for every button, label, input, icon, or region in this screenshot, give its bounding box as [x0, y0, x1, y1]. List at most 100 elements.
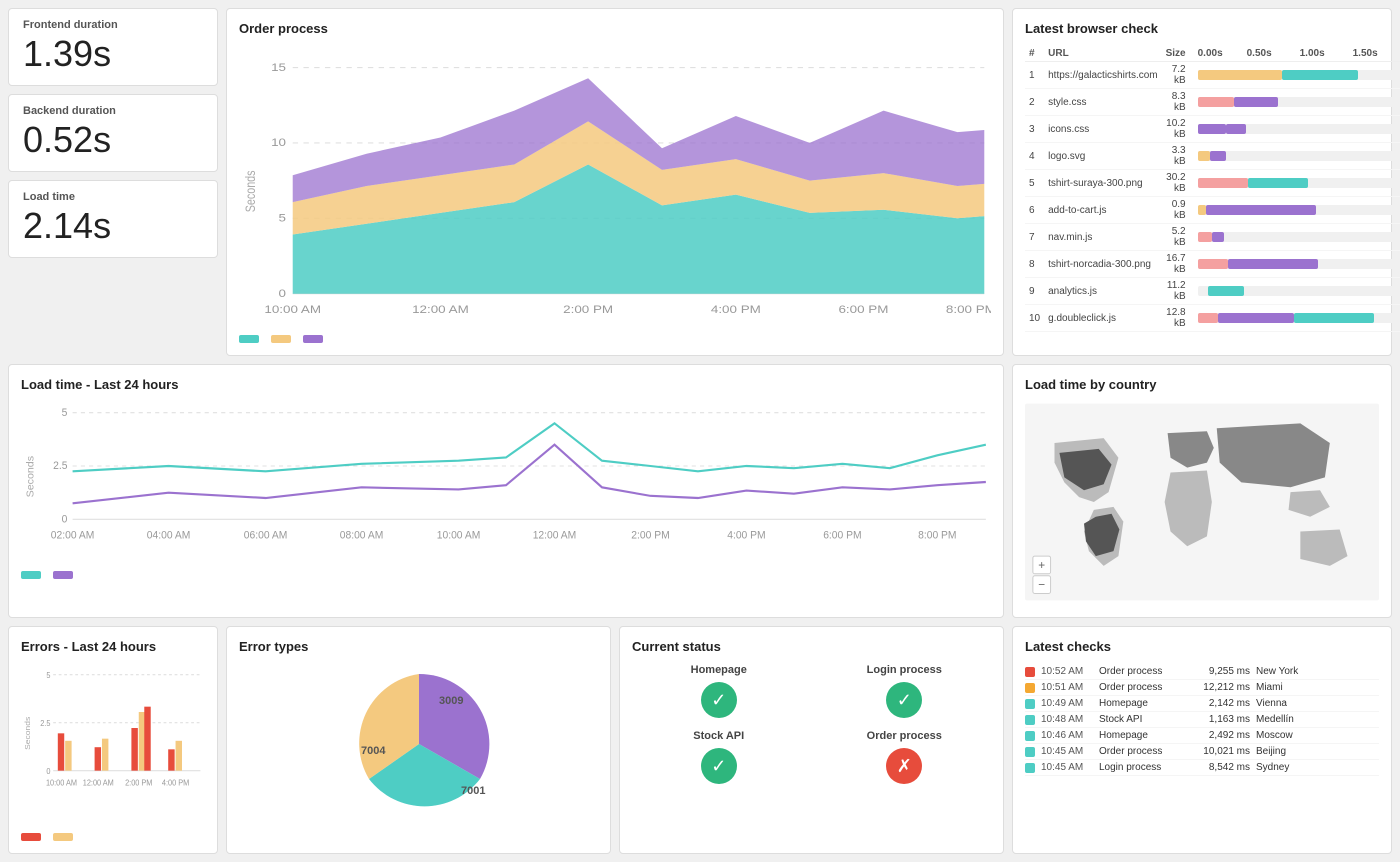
lc-name: Stock API [1099, 714, 1189, 725]
svg-text:8:00 PM: 8:00 PM [918, 530, 956, 541]
browser-check-row: 6 add-to-cart.js 0.9 kB [1025, 197, 1400, 224]
svg-text:12:00 AM: 12:00 AM [412, 303, 469, 315]
browser-check-title: Latest browser check [1025, 21, 1379, 36]
lc-status-dot [1025, 731, 1035, 741]
browser-check-row: 3 icons.css 10.2 kB [1025, 116, 1400, 143]
bc-num: 7 [1025, 224, 1044, 251]
lc-name: Order process [1099, 682, 1189, 693]
browser-check-row: 1 https://galacticshirts.com 7.2 kB [1025, 62, 1400, 89]
legend-teal-2 [21, 571, 41, 579]
svg-text:3009: 3009 [439, 695, 463, 707]
svg-text:15: 15 [271, 61, 286, 73]
load-time-24h-card: Load time - Last 24 hours 5 2.5 0 02:00 … [8, 364, 1004, 618]
svg-text:10: 10 [271, 136, 286, 148]
bc-url: style.css [1044, 89, 1161, 116]
metrics-column: Frontend duration 1.39s Backend duration… [8, 8, 218, 356]
lc-ms: 1,163 ms [1195, 714, 1250, 725]
bc-size: 0.9 kB [1162, 197, 1190, 224]
bc-url: g.doubleclick.js [1044, 305, 1161, 332]
bc-size: 10.2 kB [1162, 116, 1190, 143]
browser-check-row: 2 style.css 8.3 kB [1025, 89, 1400, 116]
order-process-title: Order process [239, 21, 991, 36]
latest-checks-rows: 10:52 AM Order process 9,255 ms New York… [1025, 664, 1379, 776]
latest-check-row: 10:52 AM Order process 9,255 ms New York [1025, 664, 1379, 680]
legend-purple [303, 335, 323, 343]
current-status-card: Current status Homepage ✓ Login process … [619, 626, 1004, 854]
bc-bar [1190, 251, 1400, 278]
svg-text:0: 0 [279, 287, 287, 299]
lc-ms: 8,542 ms [1195, 762, 1250, 773]
lc-status-dot [1025, 715, 1035, 725]
bc-bar [1190, 62, 1400, 89]
lc-time: 10:49 AM [1041, 698, 1093, 709]
backend-duration-card: Backend duration 0.52s [8, 94, 218, 172]
lc-city: Moscow [1256, 730, 1293, 741]
lc-time: 10:45 AM [1041, 762, 1093, 773]
bc-num: 4 [1025, 143, 1044, 170]
svg-text:0: 0 [46, 766, 51, 776]
load-time-value: 2.14s [23, 205, 203, 247]
lc-name: Homepage [1099, 730, 1189, 741]
bc-size: 7.2 kB [1162, 62, 1190, 89]
lc-ms: 2,492 ms [1195, 730, 1250, 741]
frontend-duration-label: Frontend duration [23, 19, 203, 31]
svg-text:2:00 PM: 2:00 PM [631, 530, 669, 541]
latest-check-row: 10:48 AM Stock API 1,163 ms Medellín [1025, 712, 1379, 728]
bc-num: 5 [1025, 170, 1044, 197]
legend-teal [239, 335, 259, 343]
svg-text:0: 0 [62, 514, 68, 525]
bc-url: https://galacticshirts.com [1044, 62, 1161, 89]
lc-status-dot [1025, 683, 1035, 693]
status-homepage: Homepage ✓ [632, 664, 806, 718]
stock-api-status-icon: ✓ [701, 748, 737, 784]
login-status-icon: ✓ [886, 682, 922, 718]
error-types-pie: 3009 7001 7004 [339, 664, 499, 824]
bc-num: 8 [1025, 251, 1044, 278]
backend-duration-value: 0.52s [23, 119, 203, 161]
svg-text:2:00 PM: 2:00 PM [563, 303, 613, 315]
lc-name: Order process [1099, 746, 1189, 757]
svg-text:Seconds: Seconds [26, 456, 37, 497]
bc-url: logo.svg [1044, 143, 1161, 170]
svg-text:10:00 AM: 10:00 AM [264, 303, 321, 315]
bc-url: tshirt-suraya-300.png [1044, 170, 1161, 197]
browser-check-row: 8 tshirt-norcadia-300.png 16.7 kB [1025, 251, 1400, 278]
bc-size: 8.3 kB [1162, 89, 1190, 116]
bc-size: 5.2 kB [1162, 224, 1190, 251]
latest-checks-title: Latest checks [1025, 639, 1379, 654]
status-order-process: Order process ✗ [818, 730, 992, 784]
lc-status-dot [1025, 747, 1035, 757]
errors-legend [21, 833, 205, 841]
lc-time: 10:51 AM [1041, 682, 1093, 693]
svg-text:02:00 AM: 02:00 AM [51, 530, 95, 541]
bc-size: 3.3 kB [1162, 143, 1190, 170]
current-status-title: Current status [632, 639, 991, 654]
load-time-label: Load time [23, 191, 203, 203]
order-process-chart: 15 10 5 0 10:00 AM 12:00 AM 2:00 PM 4:00… [239, 46, 991, 326]
lc-name: Homepage [1099, 698, 1189, 709]
lc-status-dot [1025, 699, 1035, 709]
bc-bar [1190, 197, 1400, 224]
lc-time: 10:46 AM [1041, 730, 1093, 741]
backend-duration-label: Backend duration [23, 105, 203, 117]
lc-ms: 10,021 ms [1195, 746, 1250, 757]
load-by-country-title: Load time by country [1025, 377, 1379, 392]
bc-num: 10 [1025, 305, 1044, 332]
latest-check-row: 10:45 AM Login process 8,542 ms Sydney [1025, 760, 1379, 776]
bc-bar [1190, 89, 1400, 116]
status-grid: Homepage ✓ Login process ✓ Stock API ✓ O… [632, 664, 991, 784]
order-process-status-label: Order process [867, 730, 942, 742]
latest-checks-card: Latest checks 10:52 AM Order process 9,2… [1012, 626, 1392, 854]
legend-tan [53, 833, 73, 841]
lc-ms: 12,212 ms [1195, 682, 1250, 693]
svg-text:−: − [1038, 578, 1045, 592]
svg-text:2.5: 2.5 [40, 718, 51, 728]
legend-red [21, 833, 41, 841]
lc-name: Order process [1099, 666, 1189, 677]
svg-text:4:00 PM: 4:00 PM [711, 303, 761, 315]
lc-status-dot [1025, 763, 1035, 773]
lc-city: Vienna [1256, 698, 1287, 709]
bc-url: add-to-cart.js [1044, 197, 1161, 224]
svg-text:04:00 AM: 04:00 AM [147, 530, 191, 541]
svg-text:10:00 AM: 10:00 AM [437, 530, 481, 541]
